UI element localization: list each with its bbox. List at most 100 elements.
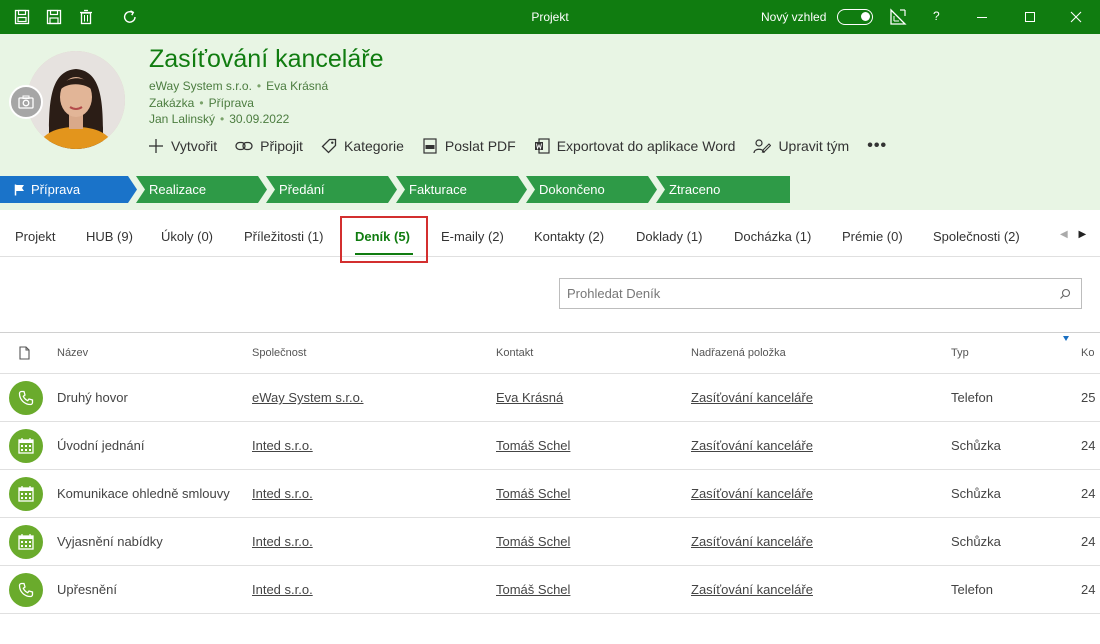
column-name[interactable]: Název [57,347,88,359]
phone-icon [9,381,43,415]
link-icon [235,141,253,151]
tab-prilezitosti[interactable]: Příležitosti (1) [244,229,323,244]
tab-projekt[interactable]: Projekt [15,229,55,244]
cell-contact-link[interactable]: Tomáš Schel [496,582,570,597]
header-owner[interactable]: Jan Lalinský [149,112,215,126]
more-actions-button[interactable]: ••• [867,137,887,155]
cell-parent-link[interactable]: Zasíťování kanceláře [691,582,813,597]
edit-team-button[interactable]: Upravit tým [753,138,849,154]
cell-contact-link[interactable]: Tomáš Schel [496,534,570,549]
new-look-toggle[interactable] [837,9,873,25]
tab-highlight-box [340,216,428,263]
create-button[interactable]: Vytvořit [148,138,217,154]
stage-label: Ztraceno [669,182,721,197]
document-icon [19,346,30,360]
save-close-icon[interactable] [12,7,32,27]
cell-parent-link[interactable]: Zasíťování kanceláře [691,390,813,405]
cell-company-link[interactable]: Inted s.r.o. [252,534,313,549]
header-state: Příprava [208,96,254,110]
stage-ztraceno[interactable]: Ztraceno [669,176,720,203]
tab-emaily[interactable]: E-maily (2) [441,229,504,244]
stage-predani[interactable]: Předání [279,176,325,203]
table-row[interactable]: Komunikace ohledně smlouvy Inted s.r.o. To… [0,470,1100,518]
cell-date: 24 [1081,534,1096,549]
cell-name[interactable]: Vyjasnění nabídky [57,534,163,549]
edit-team-label: Upravit tým [778,138,850,154]
tab-premie[interactable]: Prémie (0) [842,229,903,244]
column-type[interactable]: Typ [951,347,969,359]
stage-dokonceno[interactable]: Dokončeno [539,176,605,203]
cell-type: Telefon [951,390,993,405]
calendar-icon [9,477,43,511]
category-button[interactable]: Kategorie [321,138,404,154]
cell-parent-link[interactable]: Zasíťování kanceláře [691,534,813,549]
category-label: Kategorie [343,138,404,154]
cell-name[interactable]: Komunikace ohledně smlouvy [57,486,230,501]
tab-spolecnosti[interactable]: Společnosti (2) [933,229,1020,244]
tab-kontakty[interactable]: Kontakty (2) [534,229,604,244]
column-parent[interactable]: Nadřazená položka [691,347,786,359]
connect-button[interactable]: Připojit [235,138,303,154]
cell-type: Schůzka [951,486,1001,501]
column-date[interactable]: Ko [1081,347,1094,359]
column-contact[interactable]: Kontakt [496,347,533,359]
help-button[interactable]: ? [933,9,940,23]
stage-label: Dokončeno [539,182,605,197]
tab-ukoly[interactable]: Úkoly (0) [161,229,213,244]
header-company-line: eWay System s.r.o. • Eva Krásná [149,79,329,93]
cell-name[interactable]: Druhý hovor [57,390,128,405]
search-icon[interactable] [1059,288,1071,300]
minimize-icon[interactable] [972,7,992,27]
cell-company-link[interactable]: Inted s.r.o. [252,486,313,501]
header-contact[interactable]: Eva Krásná [266,79,328,93]
cell-company-link[interactable]: Inted s.r.o. [252,582,313,597]
stage-fakturace[interactable]: Fakturace [409,176,467,203]
cell-company-link[interactable]: Inted s.r.o. [252,438,313,453]
stage-label: Příprava [31,182,81,197]
column-company[interactable]: Společnost [252,347,306,359]
tab-dochazka[interactable]: Docházka (1) [734,229,811,244]
search-box [559,278,1082,309]
table-row[interactable]: Vyjasnění nabídky Inted s.r.o. Tomáš Schel… [0,518,1100,566]
cell-parent-link[interactable]: Zasíťování kanceláře [691,486,813,501]
save-icon[interactable] [44,7,64,27]
word-icon [534,138,550,154]
table-row[interactable]: Úvodní jednání Inted s.r.o. Tomáš Schel Zas… [0,422,1100,470]
cell-contact-link[interactable]: Tomáš Schel [496,486,570,501]
pdf-icon [423,138,437,154]
close-icon[interactable] [1066,7,1086,27]
filter-indicator-icon[interactable] [1063,336,1069,341]
stage-label: Realizace [149,182,207,197]
cell-type: Schůzka [951,438,1001,453]
stage-realizace[interactable]: Realizace [149,176,206,203]
tag-icon [321,138,337,154]
cell-contact-link[interactable]: Eva Krásná [496,390,563,405]
tab-scroll-left-icon[interactable]: ◀ [1060,229,1068,240]
stage-priprava[interactable]: Příprava [14,176,80,203]
search-input[interactable] [560,279,1050,308]
calendar-icon [9,429,43,463]
header-company[interactable]: eWay System s.r.o. [149,79,252,93]
calendar-icon [9,525,43,559]
cell-name[interactable]: Úvodní jednání [57,438,144,453]
table-row[interactable]: Druhý hovor eWay System s.r.o. Eva Krásná Z… [0,374,1100,422]
tab-doklady[interactable]: Doklady (1) [636,229,702,244]
tab-scroll-right-icon[interactable]: ▶ [1078,229,1086,240]
delete-icon[interactable] [76,7,96,27]
refresh-icon[interactable] [120,7,140,27]
change-photo-button[interactable] [9,85,43,119]
journal-grid: Název Společnost Kontakt Nadřazená polož… [0,332,1100,614]
cell-name[interactable]: Upřesnění [57,582,117,597]
cell-parent-link[interactable]: Zasíťování kanceláře [691,438,813,453]
stage-label: Předání [279,182,325,197]
cell-company-link[interactable]: eWay System s.r.o. [252,390,364,405]
tab-hub[interactable]: HUB (9) [86,229,133,244]
layout-icon[interactable] [888,7,908,27]
cell-contact-link[interactable]: Tomáš Schel [496,438,570,453]
header-type: Zakázka [149,96,195,110]
send-pdf-button[interactable]: Poslat PDF [422,138,516,154]
export-word-button[interactable]: Exportovat do aplikace Word [534,138,735,154]
maximize-icon[interactable] [1020,7,1040,27]
create-label: Vytvořit [171,138,218,154]
table-row[interactable]: Upřesnění Inted s.r.o. Tomáš Schel Zasíťová… [0,566,1100,614]
